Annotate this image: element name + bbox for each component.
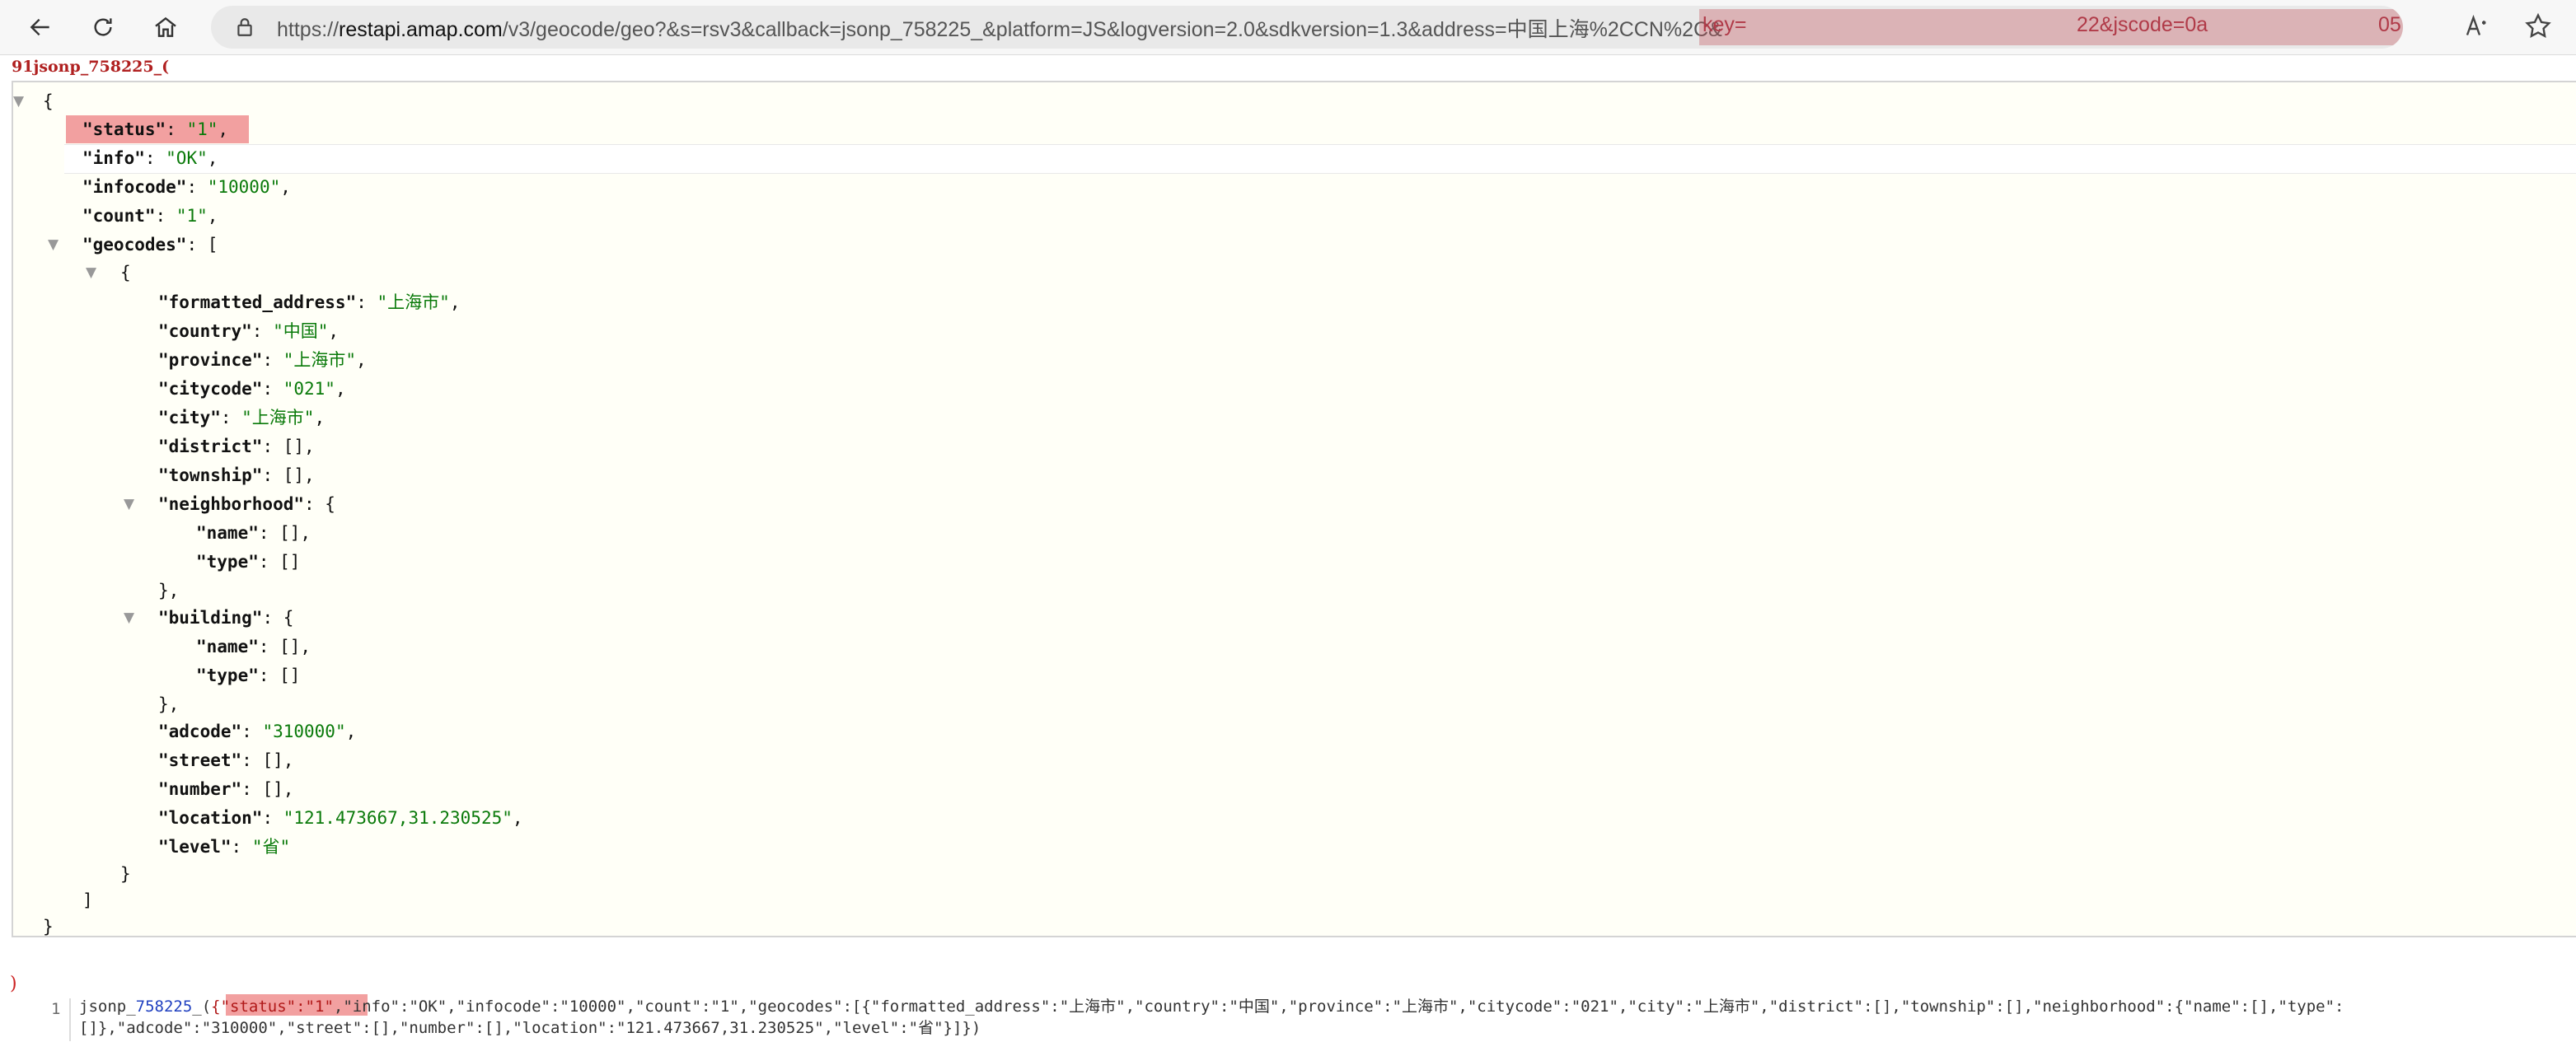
json-line-district: "district": [], (158, 437, 315, 456)
json-line-geocodes: "geocodes": [ (82, 235, 218, 255)
json-line-street: "street": [], (158, 750, 294, 770)
json-close-brace: }, (158, 581, 180, 600)
json-line-township: "township": [], (158, 465, 315, 485)
url-text[interactable]: https://restapi.amap.com/v3/geocode/geo?… (277, 13, 1722, 43)
json-line-building: "building": { (158, 608, 294, 628)
source-line-number: 1 (51, 1000, 61, 1018)
address-bar[interactable]: https://restapi.amap.com/v3/geocode/geo?… (211, 6, 2403, 49)
json-root-close: } (43, 917, 54, 937)
json-close-brace: }, (158, 694, 180, 714)
json-line-info: "info": "OK", (82, 148, 218, 168)
json-line-citycode: "citycode": "021", (158, 379, 346, 399)
json-line-number: "number": [], (158, 779, 294, 799)
read-aloud-icon[interactable] (2462, 12, 2494, 43)
json-line-neighborhood-type: "type": [] (196, 552, 301, 572)
collapse-toggle-icon[interactable]: ▼ (124, 492, 134, 516)
jsonp-close-paren: ) (10, 974, 17, 994)
json-line-infocode: "infocode": "10000", (82, 177, 291, 197)
lock-icon[interactable] (234, 16, 255, 38)
json-open-brace: { (43, 91, 54, 111)
json-line-neighborhood: "neighborhood": { (158, 494, 335, 514)
json-line-location: "location": "121.473667,31.230525", (158, 808, 523, 828)
collapse-toggle-icon[interactable]: ▼ (124, 605, 134, 630)
json-line-city: "city": "上海市", (158, 408, 326, 428)
source-gutter-divider (69, 998, 71, 1041)
json-line-count: "count": "1", (82, 206, 218, 226)
json-line-building-name: "name": [], (196, 637, 311, 656)
json-line-building-type: "type": [] (196, 666, 301, 685)
source-line-1: jsonp_758225_({"status":"1","info":"OK",… (79, 998, 2344, 1016)
collapse-toggle-icon[interactable]: ▼ (13, 89, 24, 114)
collapse-toggle-icon[interactable]: ▼ (48, 232, 59, 257)
json-viewer: ▼ { "status": "1", "info": "OK", "infoco… (12, 81, 2576, 937)
json-line-neighborhood-name: "name": [], (196, 523, 311, 543)
json-line-country: "country": "中国", (158, 321, 340, 341)
json-object-close: } (120, 864, 131, 884)
back-icon[interactable] (20, 7, 61, 48)
redacted-key-overlay (1699, 9, 2403, 45)
url-key-label: key= (1703, 13, 1747, 36)
jsonp-prefix: 91jsonp_758225_( (12, 58, 170, 76)
hover-row-highlight (64, 144, 2576, 174)
url-end: 05... (2378, 13, 2403, 36)
json-object-open: { (120, 263, 131, 283)
home-icon[interactable] (145, 7, 186, 48)
json-line-formatted-address: "formatted_address": "上海市", (158, 292, 461, 312)
collapse-toggle-icon[interactable]: ▼ (86, 260, 96, 285)
json-line-status: "status": "1", (82, 119, 229, 139)
browser-toolbar: https://restapi.amap.com/v3/geocode/geo?… (0, 0, 2576, 55)
json-line-level: "level": "省" (158, 837, 291, 857)
url-key-tail: 22&jscode=0a (2077, 13, 2208, 36)
json-line-province: "province": "上海市", (158, 350, 367, 370)
source-line-2: []},"adcode":"310000","street":[],"numbe… (79, 1019, 981, 1037)
refresh-icon[interactable] (82, 7, 124, 48)
favorite-star-icon[interactable] (2523, 12, 2555, 43)
json-array-close: ] (82, 890, 93, 910)
json-line-adcode: "adcode": "310000", (158, 722, 357, 741)
